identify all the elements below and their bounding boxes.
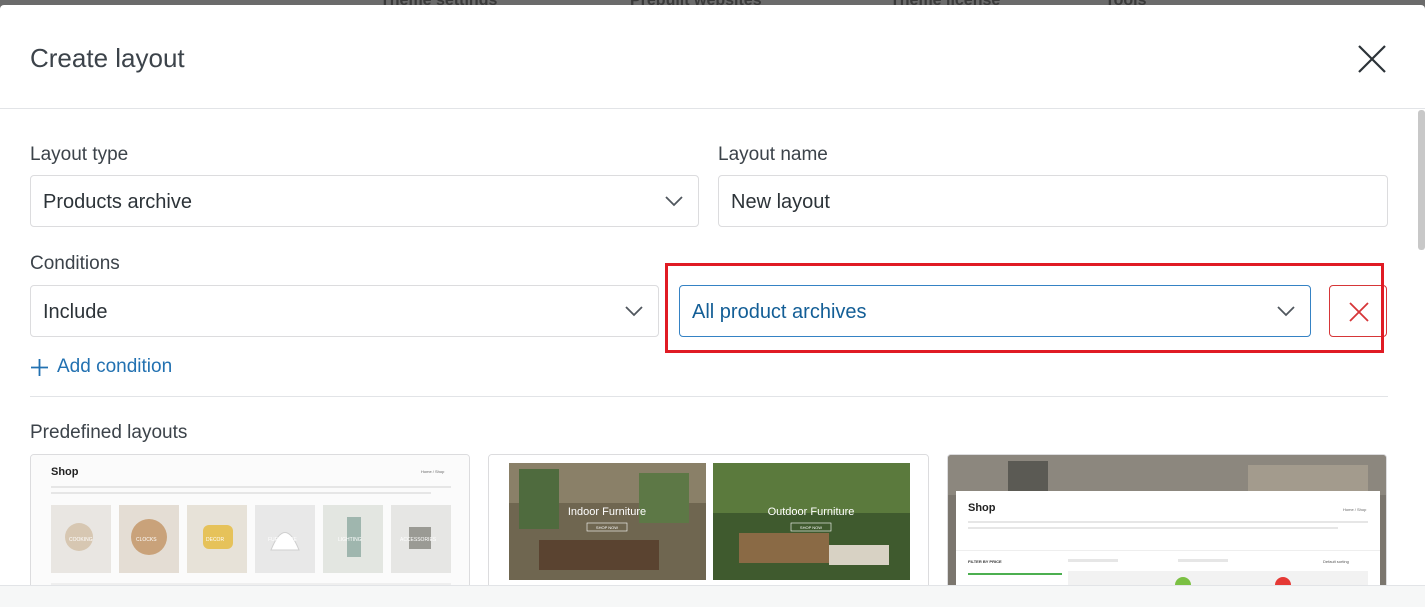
plus-icon xyxy=(31,358,48,376)
layout-type-value: Products archive xyxy=(43,191,192,213)
conditions-label: Conditions xyxy=(30,253,120,274)
shop-title: Shop xyxy=(968,502,996,514)
modal-title: Create layout xyxy=(30,43,185,73)
tile-button: SHOP NOW xyxy=(800,525,822,530)
layout-type-label: Layout type xyxy=(30,144,129,165)
condition-rule-select[interactable]: Include xyxy=(30,285,659,337)
close-icon xyxy=(1358,45,1386,73)
modal-footer xyxy=(0,585,1425,607)
layout-name-label: Layout name xyxy=(718,144,828,165)
close-button[interactable] xyxy=(1352,39,1392,79)
category-label: FURNITURE xyxy=(268,537,298,543)
category-label: ACCESSORIES xyxy=(400,537,437,543)
breadcrumb: Home / Shop xyxy=(1343,507,1367,512)
modal-header: Create layout xyxy=(0,5,1425,109)
filter-label: FILTER BY PRICE xyxy=(968,559,1002,564)
add-condition-button[interactable]: Add condition xyxy=(30,355,172,379)
layout-type-select[interactable]: Products archive xyxy=(30,175,699,227)
tile-title: Indoor Furniture xyxy=(568,506,646,518)
highlight-box xyxy=(665,263,1384,353)
category-label: LIGHTING xyxy=(338,537,362,543)
divider xyxy=(30,396,1388,397)
shop-title: Shop xyxy=(51,466,79,478)
predefined-layouts-label: Predefined layouts xyxy=(30,422,188,443)
layout-name-input[interactable]: New layout xyxy=(718,175,1388,227)
sort-label: Default sorting xyxy=(1323,559,1349,564)
category-label: COOKING xyxy=(69,537,93,543)
category-label: CLOCKS xyxy=(136,537,157,543)
breadcrumb: Home / Shop xyxy=(421,469,445,474)
tile-title: Outdoor Furniture xyxy=(768,506,855,518)
add-condition-label: Add condition xyxy=(57,356,173,377)
create-layout-modal: Create layout Layout type Products archi… xyxy=(0,5,1425,607)
chevron-down-icon xyxy=(665,196,683,207)
category-label: DECOR xyxy=(206,537,224,543)
condition-rule-value: Include xyxy=(43,301,108,323)
chevron-down-icon xyxy=(625,306,643,317)
tile-button: SHOP NOW xyxy=(596,525,618,530)
scrollbar[interactable] xyxy=(1418,110,1425,250)
layout-name-value: New layout xyxy=(731,191,830,213)
